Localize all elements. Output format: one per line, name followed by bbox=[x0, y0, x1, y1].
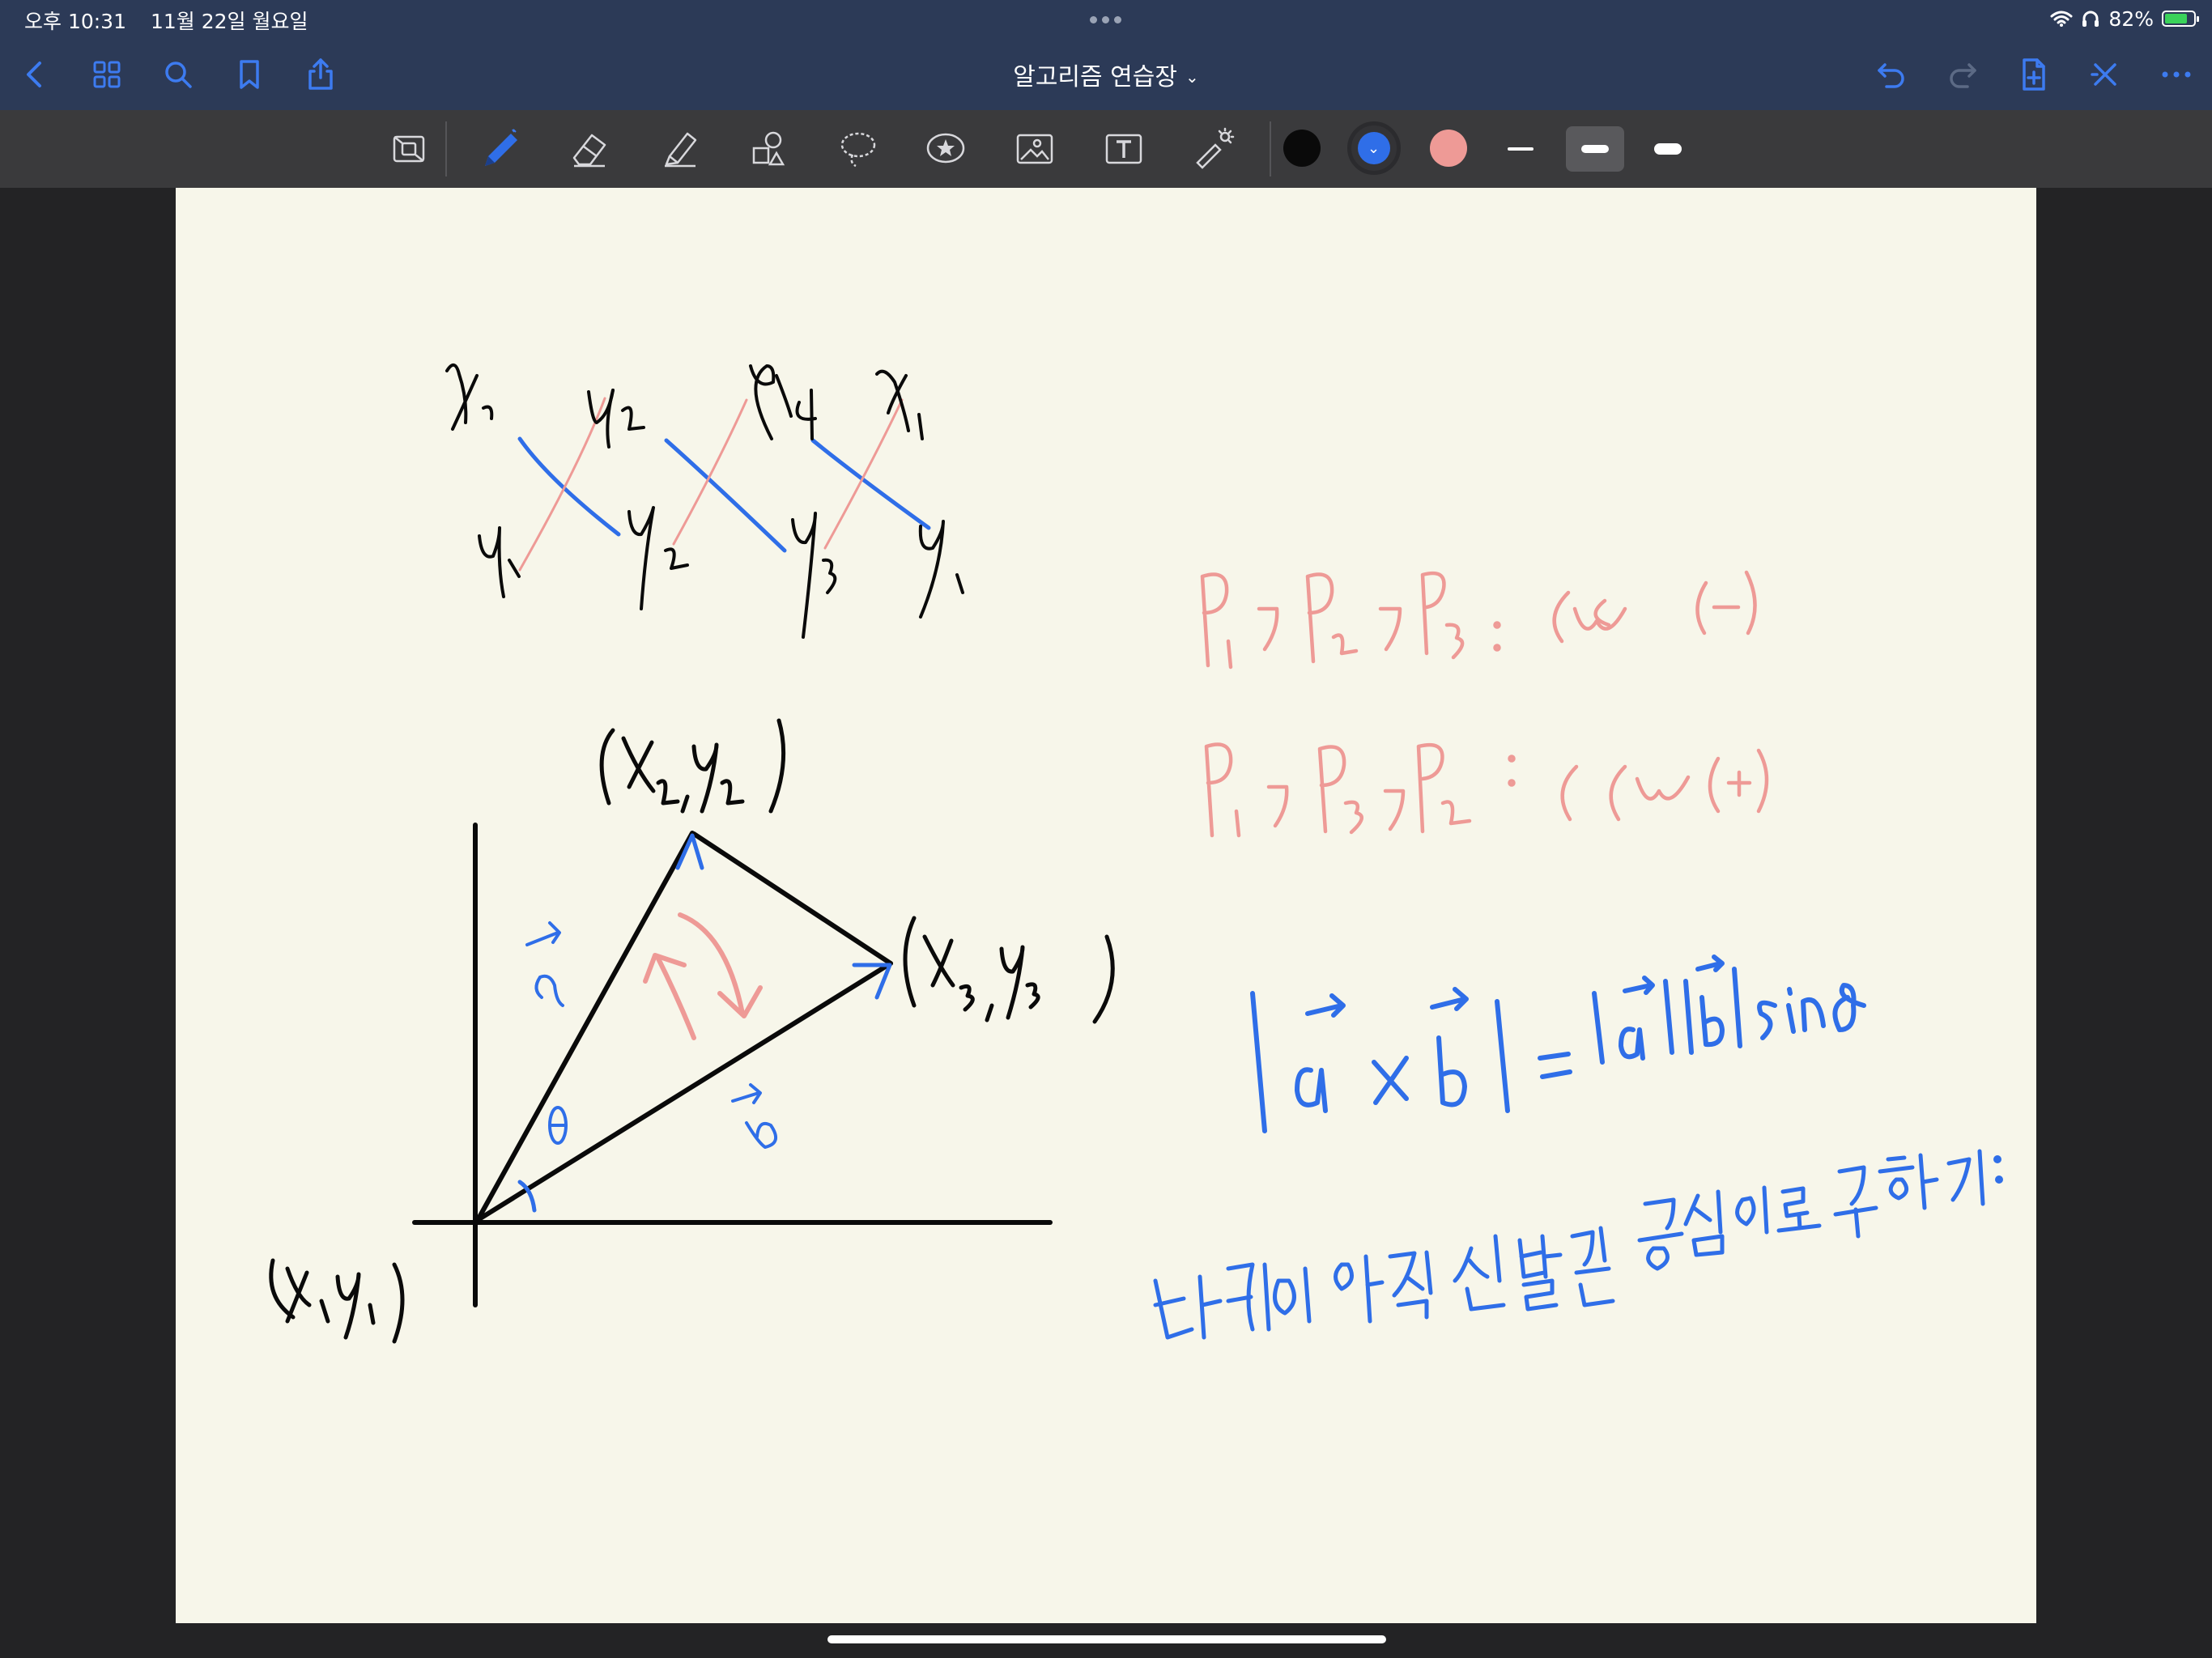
battery-level-fill bbox=[2165, 14, 2188, 23]
laser-pointer-icon[interactable] bbox=[1187, 123, 1239, 175]
document-title-menu[interactable]: 알고리즘 연습장 ⌄ bbox=[944, 57, 1268, 92]
status-indicators: 82% bbox=[2050, 5, 2199, 32]
status-date: 11월 22일 월요일 bbox=[150, 10, 308, 33]
status-time: 오후 10:31 bbox=[24, 10, 126, 33]
drawing-toolbar: ⌄ bbox=[0, 110, 2212, 188]
battery-icon bbox=[2162, 11, 2199, 27]
pen-icon[interactable] bbox=[474, 123, 526, 175]
note-page-canvas[interactable] bbox=[176, 188, 2036, 1623]
status-bar: 오후 10:31 11월 22일 월요일 82% bbox=[0, 0, 2212, 39]
add-page-icon[interactable] bbox=[2013, 53, 2055, 96]
color-pink-swatch[interactable] bbox=[1430, 130, 1467, 167]
navigation-bar: 알고리즘 연습장 ⌄ bbox=[0, 39, 2212, 110]
shoelace-diagram bbox=[445, 363, 964, 639]
text-box-icon[interactable] bbox=[1098, 123, 1150, 175]
bookmark-icon[interactable] bbox=[228, 53, 270, 96]
share-icon[interactable] bbox=[300, 53, 342, 96]
undo-icon[interactable] bbox=[1870, 53, 1912, 96]
search-icon[interactable] bbox=[157, 53, 199, 96]
highlighter-icon[interactable] bbox=[654, 123, 706, 175]
color-blue-swatch-selected[interactable]: ⌄ bbox=[1347, 121, 1401, 175]
korean-handwritten-note bbox=[1153, 1149, 2003, 1340]
chevron-down-icon: ⌄ bbox=[1368, 140, 1380, 157]
lasso-icon[interactable] bbox=[832, 123, 884, 175]
eraser-icon[interactable] bbox=[564, 123, 615, 175]
shapes-icon[interactable] bbox=[742, 123, 793, 175]
stroke-thick-option[interactable] bbox=[1639, 126, 1697, 172]
elements-sticker-icon[interactable] bbox=[920, 123, 972, 175]
document-title: 알고리즘 연습장 bbox=[1013, 63, 1177, 91]
multitasking-dots[interactable] bbox=[1087, 11, 1126, 23]
home-indicator[interactable] bbox=[827, 1635, 1386, 1643]
image-icon[interactable] bbox=[1009, 123, 1061, 175]
headphones-icon bbox=[2082, 11, 2099, 27]
wifi-icon bbox=[2050, 11, 2073, 27]
chevron-down-icon: ⌄ bbox=[1185, 67, 1199, 87]
close-icon[interactable] bbox=[2084, 53, 2126, 96]
vector-triangle-diagram bbox=[269, 718, 1115, 1344]
cross-product-formula bbox=[1250, 954, 1866, 1133]
battery-percent: 82% bbox=[2108, 6, 2154, 31]
grid-thumbnails-icon[interactable] bbox=[86, 53, 128, 96]
back-chevron-icon[interactable] bbox=[15, 53, 57, 96]
orientation-notes bbox=[1200, 570, 1769, 838]
stroke-medium-option-selected[interactable] bbox=[1566, 126, 1624, 172]
more-icon[interactable] bbox=[2155, 53, 2197, 96]
stroke-thin-option[interactable] bbox=[1491, 126, 1550, 172]
color-black-swatch[interactable] bbox=[1283, 130, 1321, 167]
redo-icon[interactable] bbox=[1942, 53, 1984, 96]
status-time-date: 오후 10:31 11월 22일 월요일 bbox=[24, 6, 325, 35]
zoom-window-icon[interactable] bbox=[384, 123, 436, 175]
